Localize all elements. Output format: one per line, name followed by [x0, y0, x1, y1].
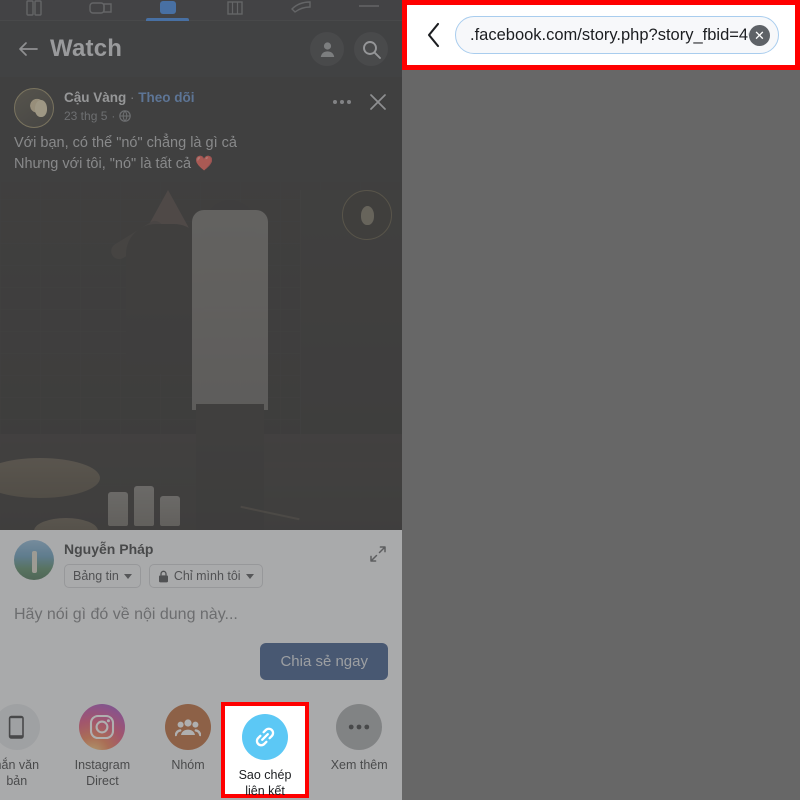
browser-back-button[interactable]: [417, 18, 451, 52]
address-bar[interactable]: .facebook.com/story.php?story_fbid=4625 …: [455, 16, 779, 54]
marketplace-icon: [226, 1, 243, 15]
video-dim-layer: [0, 182, 402, 530]
link-icon: [242, 714, 288, 760]
chevron-down-icon: [245, 573, 254, 579]
tab-notifications[interactable]: [268, 0, 335, 20]
sms-icon: [0, 704, 40, 750]
search-button[interactable]: [354, 32, 388, 66]
globe-icon: [119, 110, 132, 122]
share-now-wrap: Chia sẻ ngay: [260, 643, 388, 680]
share-option-sms[interactable]: hắn văn bản: [0, 704, 60, 789]
share-option-label: Nhóm: [171, 758, 205, 772]
composer-user-name: Nguyễn Pháp: [64, 541, 154, 557]
post-author-row: Cậu Vàng · Theo dõi: [64, 89, 332, 106]
instagram-glyph-icon: [90, 714, 115, 740]
post-author-name[interactable]: Cậu Vàng: [64, 90, 126, 105]
menu-icon: [358, 5, 379, 7]
post-author-meta: Cậu Vàng · Theo dõi 23 thg 5 ·: [64, 88, 332, 124]
page-title: Watch: [50, 35, 123, 62]
watch-header: Watch: [0, 21, 402, 77]
search-icon: [362, 40, 381, 59]
expand-icon: [370, 546, 386, 562]
watch-icon: [159, 1, 176, 14]
privacy-selector[interactable]: Chỉ mình tôi: [148, 564, 263, 588]
tab-friends[interactable]: [67, 0, 134, 20]
notifications-icon: [290, 1, 311, 13]
share-tray: hắn văn bản Instagram Direct: [0, 690, 402, 800]
follow-link[interactable]: Theo dõi: [138, 90, 194, 105]
news-feed-icon: [25, 0, 42, 16]
tab-news-feed[interactable]: [0, 0, 67, 20]
tab-marketplace[interactable]: [201, 0, 268, 20]
post-body: Với bạn, có thể "nó" chẳng là gì cả Nhưn…: [0, 133, 402, 175]
share-now-button[interactable]: Chia sẻ ngay: [260, 643, 388, 680]
phone-screen: Watch Cậu Vàng · Theo dõi 23 thg 5 · Với…: [0, 0, 402, 800]
profile-button[interactable]: [310, 32, 344, 66]
phone-glyph-icon: [9, 715, 25, 739]
destination-label: Bảng tin: [73, 569, 119, 583]
lock-icon: [158, 570, 168, 582]
composer-input[interactable]: Hãy nói gì đó về nội dung này...: [14, 604, 388, 626]
share-option-label: Instagram Direct: [74, 758, 131, 788]
clear-icon[interactable]: ✕: [749, 24, 770, 46]
url-input[interactable]: .facebook.com/story.php?story_fbid=4625: [470, 26, 749, 45]
address-bar-highlight: .facebook.com/story.php?story_fbid=4625 …: [402, 0, 800, 70]
expand-button[interactable]: [368, 540, 388, 569]
close-icon[interactable]: [368, 92, 388, 112]
instagram-icon: [79, 704, 126, 750]
more-horizontal-icon[interactable]: [332, 99, 352, 105]
screenshot-root: Watch Cậu Vàng · Theo dõi 23 thg 5 · Với…: [0, 0, 800, 800]
avatar[interactable]: [14, 540, 54, 580]
tab-watch[interactable]: [134, 0, 201, 21]
share-option-label: hắn văn bản: [0, 758, 40, 788]
post-header: Cậu Vàng · Theo dõi 23 thg 5 ·: [0, 80, 402, 128]
tab-menu[interactable]: [335, 0, 402, 20]
composer-pill-row: Bảng tin Chỉ mình tôi: [64, 564, 368, 588]
watch-header-actions: [310, 32, 388, 66]
share-composer: Nguyễn Pháp Bảng tin Chỉ mình tôi Hãy nó…: [0, 530, 402, 690]
group-icon: [164, 704, 211, 750]
composer-user-info: Nguyễn Pháp Bảng tin Chỉ mình tôi: [64, 540, 368, 588]
share-option-label: Xem thêm: [330, 758, 388, 772]
share-option-copy-link[interactable]: Sao chép liên kết: [225, 706, 305, 799]
post-author-avatar[interactable]: [14, 88, 54, 128]
composer-user-row: Nguyễn Pháp Bảng tin Chỉ mình tôi: [14, 540, 388, 588]
copy-link-highlight: Sao chép liên kết: [221, 702, 309, 798]
link-glyph-icon: [255, 727, 275, 747]
post-timestamp: 23 thg 5: [64, 109, 108, 123]
share-option-instagram-direct[interactable]: Instagram Direct: [60, 704, 146, 789]
post-name-separator: ·: [130, 90, 135, 105]
post-time-separator: ·: [111, 109, 116, 123]
post-video[interactable]: [0, 182, 402, 530]
post-body-line-2: Nhưng với tôi, "nó" là tất cả ❤️: [14, 156, 214, 172]
person-icon: [320, 41, 334, 57]
post-body-line-1: Với bạn, có thể "nó" chẳng là gì cả: [14, 135, 237, 151]
chevron-down-icon: [123, 573, 132, 579]
post-header-actions: [332, 88, 388, 112]
share-option-group[interactable]: Nhóm: [145, 704, 231, 773]
arrow-left-icon: [19, 42, 38, 56]
destination-selector[interactable]: Bảng tin: [64, 564, 141, 588]
group-glyph-icon: [174, 719, 201, 737]
share-option-label: Sao chép liên kết: [238, 768, 292, 798]
facebook-tab-bar[interactable]: [0, 0, 402, 21]
privacy-label: Chỉ mình tôi: [173, 569, 241, 583]
more-icon: [336, 704, 383, 750]
back-button[interactable]: [14, 35, 42, 63]
chevron-left-icon: [427, 22, 440, 48]
post-timestamp-row: 23 thg 5 ·: [64, 108, 332, 124]
friends-requests-icon: [88, 2, 112, 14]
share-option-more[interactable]: Xem thêm: [316, 704, 402, 773]
more-glyph-icon: [348, 724, 370, 730]
